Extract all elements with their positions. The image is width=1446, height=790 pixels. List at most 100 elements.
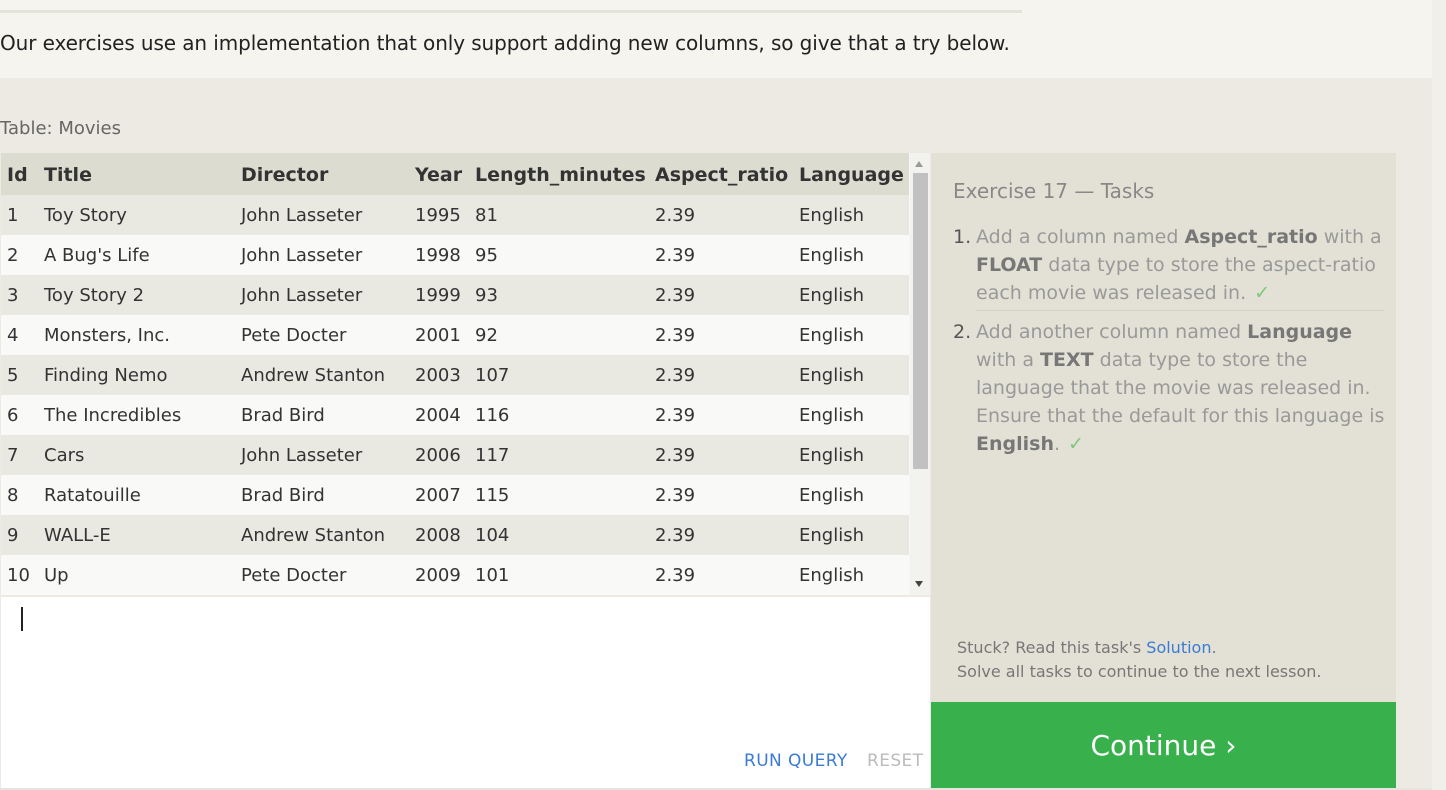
table-scrollbar[interactable] bbox=[910, 153, 930, 595]
task-keyword: English bbox=[976, 433, 1054, 455]
table-cell: Cars bbox=[44, 445, 85, 466]
table-cell: The Incredibles bbox=[44, 405, 182, 426]
table-row: 8 Ratatouille Brad Bird 2007 115 2.39 English bbox=[1, 475, 909, 516]
column-header: Language bbox=[799, 164, 904, 186]
scroll-down-arrow-icon[interactable] bbox=[915, 581, 923, 587]
task-text: with a bbox=[976, 349, 1041, 371]
table-header: Id Title Director Year Length_minutes As… bbox=[1, 153, 909, 195]
continue-button[interactable]: Continue › bbox=[931, 702, 1396, 788]
table-cell: Ratatouille bbox=[44, 485, 141, 506]
table-cell: 2.39 bbox=[655, 285, 696, 306]
table-cell: 10 bbox=[7, 565, 30, 586]
table-cell: John Lasseter bbox=[241, 285, 363, 306]
column-header: Aspect_ratio bbox=[655, 164, 789, 186]
results-table: Id Title Director Year Length_minutes As… bbox=[1, 153, 930, 595]
table-cell: 107 bbox=[475, 365, 510, 386]
table-cell: Brad Bird bbox=[241, 405, 325, 426]
table-cell: 7 bbox=[7, 445, 19, 466]
table-cell: Brad Bird bbox=[241, 485, 325, 506]
table-cell: English bbox=[799, 445, 864, 466]
table-cell: 101 bbox=[475, 565, 510, 586]
checkmark-icon: ✓ bbox=[1068, 433, 1084, 455]
table-cell: 93 bbox=[475, 285, 498, 306]
table-cell: Andrew Stanton bbox=[241, 365, 386, 386]
table-cell: English bbox=[799, 325, 864, 346]
table-cell: 3 bbox=[7, 285, 19, 306]
table-cell: 8 bbox=[7, 485, 19, 506]
table-cell: 1999 bbox=[415, 285, 461, 306]
table-cell: 1995 bbox=[415, 205, 461, 226]
table-row: 10 Up Pete Docter 2009 101 2.39 English bbox=[1, 555, 909, 595]
table-cell: Pete Docter bbox=[241, 325, 347, 346]
table-cell: 104 bbox=[475, 525, 510, 546]
table-cell: A Bug's Life bbox=[44, 245, 150, 266]
stuck-suffix: . bbox=[1211, 638, 1217, 657]
table-cell: 2004 bbox=[415, 405, 461, 426]
table-cell: 2.39 bbox=[655, 485, 696, 506]
table-cell: 2007 bbox=[415, 485, 461, 506]
task-text: Add another column named bbox=[976, 321, 1248, 343]
table-cell: English bbox=[799, 245, 864, 266]
table-cell: John Lasseter bbox=[241, 245, 363, 266]
scroll-up-arrow-icon[interactable] bbox=[915, 161, 923, 167]
task-divider bbox=[976, 310, 1384, 311]
task-text: . bbox=[1053, 433, 1061, 455]
task-keyword: Aspect_ratio bbox=[1184, 226, 1318, 248]
table-row: 5 Finding Nemo Andrew Stanton 2003 107 2.39 En… bbox=[1, 355, 909, 396]
table-cell: 95 bbox=[475, 245, 498, 266]
table-cell: Finding Nemo bbox=[44, 365, 168, 386]
page-scrollbar[interactable] bbox=[1432, 0, 1446, 790]
table-cell: English bbox=[799, 365, 864, 386]
table-cell: Up bbox=[44, 565, 69, 586]
table-cell: 1 bbox=[7, 205, 19, 226]
help-text: Stuck? Read this task's Solution. Solve … bbox=[957, 636, 1321, 684]
top-band: Our exercises use an implementation that… bbox=[0, 0, 1432, 78]
table-cell: English bbox=[799, 485, 864, 506]
task-keyword: TEXT bbox=[1040, 349, 1094, 371]
table-cell: Monsters, Inc. bbox=[44, 325, 171, 346]
table-cell: 92 bbox=[475, 325, 498, 346]
checkmark-icon: ✓ bbox=[1254, 282, 1271, 304]
table-cell: 5 bbox=[7, 365, 19, 386]
table-cell: 2.39 bbox=[655, 245, 696, 266]
table-cell: 2 bbox=[7, 245, 19, 266]
table-row: 7 Cars John Lasseter 2006 117 2.39 English bbox=[1, 435, 909, 476]
table-cell: Toy Story bbox=[44, 205, 127, 226]
scroll-thumb[interactable] bbox=[913, 173, 928, 469]
table-cell: Andrew Stanton bbox=[241, 525, 386, 546]
table-cell: 1998 bbox=[415, 245, 461, 266]
table-row: 6 The Incredibles Brad Bird 2004 116 2.39 Engl… bbox=[1, 395, 909, 436]
table-cell: John Lasseter bbox=[241, 205, 363, 226]
task-text: Add a column named bbox=[976, 226, 1185, 248]
tasks-panel: Exercise 17 — Tasks 1. Add a column name… bbox=[931, 153, 1396, 702]
table-cell: 6 bbox=[7, 405, 19, 426]
column-header: Title bbox=[44, 164, 92, 186]
solution-link[interactable]: Solution bbox=[1146, 638, 1211, 657]
table-cell: 117 bbox=[475, 445, 510, 466]
column-header: Year bbox=[415, 164, 463, 186]
task-number: 2. bbox=[953, 321, 972, 343]
table-cell: English bbox=[799, 205, 864, 226]
table-cell: 2001 bbox=[415, 325, 461, 346]
table-cell: 2008 bbox=[415, 525, 461, 546]
text-caret bbox=[21, 607, 23, 631]
table-row: 3 Toy Story 2 John Lasseter 1999 93 2.39 Engli… bbox=[1, 275, 909, 316]
column-header: Id bbox=[7, 164, 28, 186]
sql-editor[interactable]: RUN QUERY RESET bbox=[1, 597, 930, 788]
table-cell: WALL-E bbox=[44, 525, 111, 546]
table-cell: 2.39 bbox=[655, 325, 696, 346]
table-cell: English bbox=[799, 525, 864, 546]
column-header: Director bbox=[241, 164, 329, 186]
run-query-button[interactable]: RUN QUERY bbox=[744, 751, 848, 771]
table-cell: English bbox=[799, 565, 864, 586]
table-caption: Table: Movies bbox=[0, 118, 121, 139]
table-cell: 2.39 bbox=[655, 525, 696, 546]
divider bbox=[0, 10, 1022, 13]
reset-button[interactable]: RESET bbox=[867, 751, 923, 771]
table-cell: 81 bbox=[475, 205, 498, 226]
stuck-text: Stuck? Read this task's bbox=[957, 638, 1147, 657]
table-cell: 2.39 bbox=[655, 405, 696, 426]
table-cell: Pete Docter bbox=[241, 565, 347, 586]
table-cell: 116 bbox=[475, 405, 510, 426]
table-cell: John Lasseter bbox=[241, 445, 363, 466]
